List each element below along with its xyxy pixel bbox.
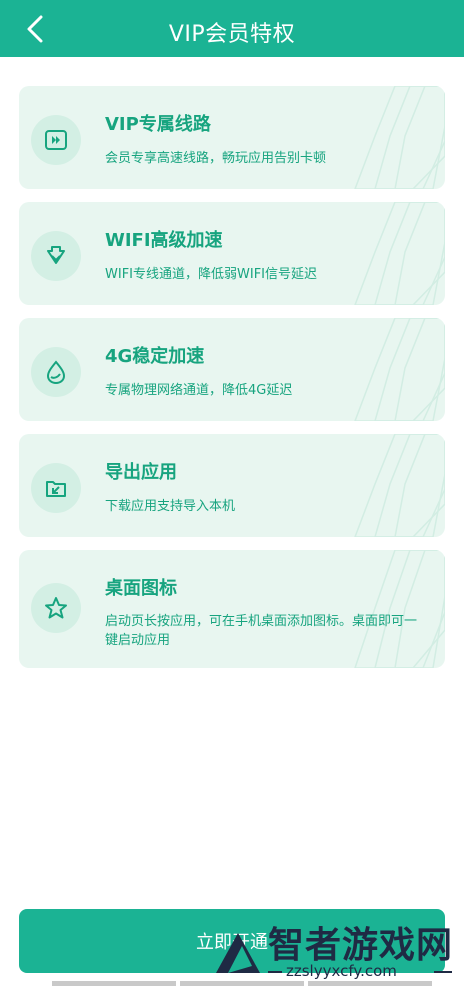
card-decoration xyxy=(354,202,445,305)
card-description: 专属物理网络通道，降低4G延迟 xyxy=(105,383,293,398)
card-title: WIFI高级加速 xyxy=(105,230,223,251)
card-title: 导出应用 xyxy=(105,462,177,483)
privilege-card-export[interactable]: 导出应用 下载应用支持导入本机 xyxy=(19,434,445,537)
export-folder-icon xyxy=(31,463,81,513)
card-decoration xyxy=(354,318,445,421)
top-bar: VIP会员特权 xyxy=(0,0,464,57)
card-decoration xyxy=(354,434,445,537)
privilege-card-wifi[interactable]: WIFI高级加速 WIFI专线通道，降低弱WIFI信号延迟 xyxy=(19,202,445,305)
card-title: 桌面图标 xyxy=(105,578,177,599)
card-decoration xyxy=(354,86,445,189)
download-shield-icon xyxy=(31,231,81,281)
card-decoration xyxy=(354,550,445,668)
card-description: 下载应用支持导入本机 xyxy=(105,499,236,514)
card-title: VIP专属线路 xyxy=(105,114,211,135)
fast-forward-icon xyxy=(31,115,81,165)
card-description: 会员专享高速线路，畅玩应用告别卡顿 xyxy=(105,151,327,166)
card-description: 启动页长按应用，可在手机桌面添加图标。桌面即可一键启动应用 xyxy=(105,614,418,648)
bottom-edge xyxy=(52,981,432,986)
star-icon xyxy=(31,583,81,633)
activate-button[interactable]: 立即开通 xyxy=(19,909,445,973)
card-description: WIFI专线通道，降低弱WIFI信号延迟 xyxy=(105,267,317,282)
drop-icon xyxy=(31,347,81,397)
privilege-list: VIP专属线路 会员专享高速线路，畅玩应用告别卡顿 WIFI高级加速 WIFI专… xyxy=(19,86,445,681)
card-title: 4G稳定加速 xyxy=(105,346,205,367)
page-title: VIP会员特权 xyxy=(168,22,296,47)
privilege-card-desktop-icon[interactable]: 桌面图标 启动页长按应用，可在手机桌面添加图标。桌面即可一键启动应用 xyxy=(19,550,445,668)
privilege-card-4g[interactable]: 4G稳定加速 专属物理网络通道，降低4G延迟 xyxy=(19,318,445,421)
privilege-card-vip-route[interactable]: VIP专属线路 会员专享高速线路，畅玩应用告别卡顿 xyxy=(19,86,445,189)
